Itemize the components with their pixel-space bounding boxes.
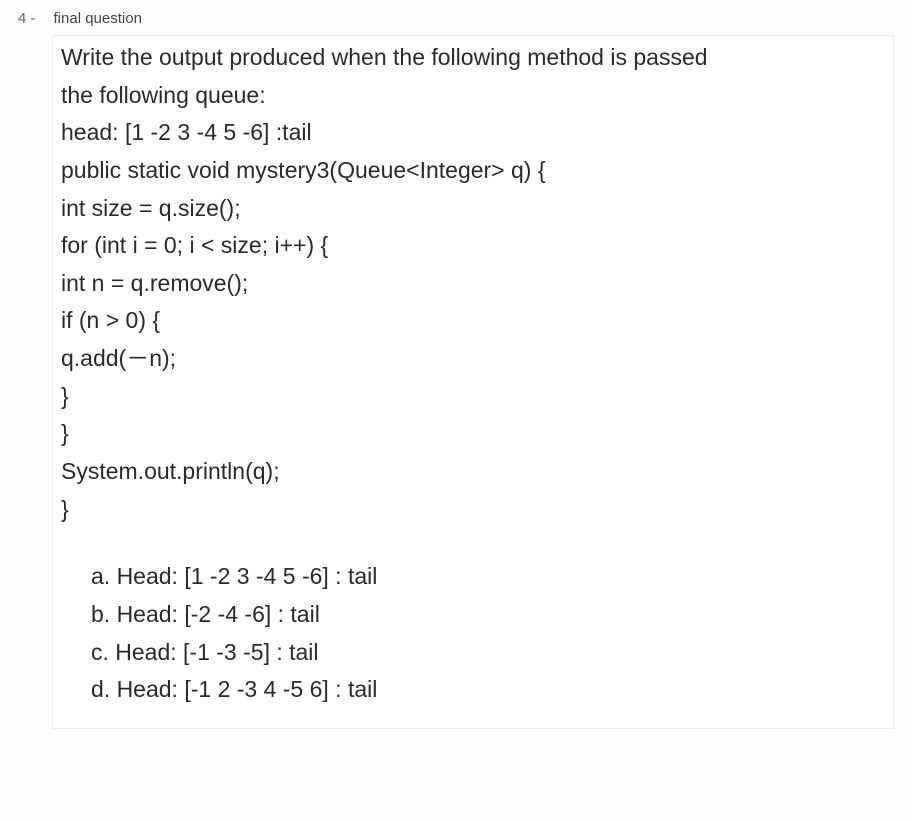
- answer-options: a. Head: [1 -2 3 -4 5 -6] : tail b. Head…: [61, 559, 885, 708]
- code-line-1: public static void mystery3(Queue<Intege…: [61, 153, 885, 189]
- code-line-2: int size = q.size();: [61, 191, 885, 227]
- code-line-6: q.add(－n);: [61, 341, 885, 377]
- question-title: final question: [54, 10, 142, 27]
- code-line-9: System.out.println(q);: [61, 454, 885, 490]
- code-line-8: }: [61, 416, 885, 452]
- code-line-7: }: [61, 379, 885, 415]
- code-line-4: int n = q.remove();: [61, 266, 885, 302]
- prompt-line-3: head: [1 -2 3 -4 5 -6] :tail: [61, 115, 885, 151]
- question-number: 4 -: [18, 10, 36, 27]
- question-container: 4 - final question Write the output prod…: [0, 0, 912, 821]
- code-line-5: if (n > 0) {: [61, 303, 885, 339]
- code-line-3: for (int i = 0; i < size; i++) {: [61, 228, 885, 264]
- prompt-line-2: the following queue:: [61, 78, 885, 114]
- prompt-line-1: Write the output produced when the follo…: [61, 40, 885, 76]
- option-b: b. Head: [-2 -4 -6] : tail: [91, 597, 885, 633]
- option-d: d. Head: [-1 2 -3 4 -5 6] : tail: [91, 672, 885, 708]
- option-c: c. Head: [-1 -3 -5] : tail: [91, 635, 885, 671]
- question-content: Write the output produced when the follo…: [52, 35, 894, 729]
- question-header: 4 - final question: [0, 0, 912, 27]
- code-line-10: }: [61, 492, 885, 528]
- option-a: a. Head: [1 -2 3 -4 5 -6] : tail: [91, 559, 885, 595]
